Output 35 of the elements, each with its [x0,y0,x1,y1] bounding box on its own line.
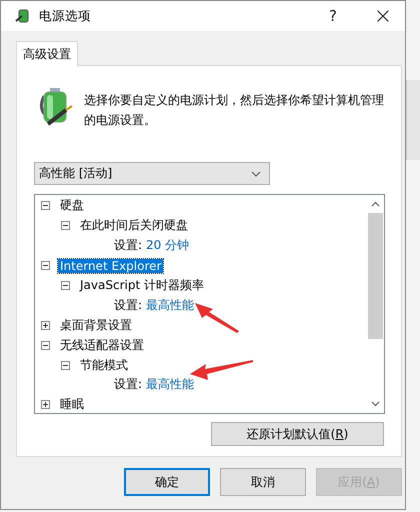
setting-value-link[interactable]: 最高性能 [146,376,194,394]
cancel-button[interactable]: 取消 [220,468,306,496]
collapse-icon[interactable] [61,281,70,290]
tree-item[interactable]: 无线适配器设置 [58,336,146,354]
tree-item[interactable]: JavaScript 计时器频率 [78,277,206,294]
collapse-icon[interactable] [41,261,50,270]
expand-icon[interactable] [41,400,50,410]
collapse-icon[interactable] [61,360,70,370]
tree-item[interactable]: 睡眠 [58,396,86,414]
collapse-icon[interactable] [41,340,50,350]
description-text: 选择你要自定义的电源计划，然后选择你希望计算机管理的电源设置。 [84,92,384,129]
scroll-up-icon[interactable] [371,201,380,207]
tree-item[interactable]: 在此时间后关闭硬盘 [78,217,190,234]
ok-button[interactable]: 确定 [124,468,210,496]
plan-dropdown[interactable]: 高性能 [活动] [34,162,270,185]
arrow-annotation [195,303,241,333]
setting-value-link[interactable]: 20 分钟 [146,237,190,254]
close-button[interactable]: × [361,1,405,31]
setting-label: 设置: [114,376,142,394]
tree-item[interactable]: 桌面背景设置 [58,316,134,334]
restore-defaults-button[interactable]: 还原计划默认值(R) [211,422,384,446]
setting-label: 设置: [114,296,142,314]
setting-value-link[interactable]: 最高性能 [146,296,194,314]
chevron-down-icon [251,170,261,176]
window-title: 电源选项 [39,8,92,24]
tree-item[interactable]: Internet Explorer [58,258,164,273]
help-button[interactable]: ? [311,1,355,31]
tree-item[interactable]: 硬盘 [58,197,86,214]
tree-item[interactable]: 节能模式 [78,356,130,374]
collapse-icon[interactable] [41,201,50,210]
scroll-down-icon[interactable] [371,401,380,407]
expand-icon[interactable] [41,320,50,330]
setting-label: 设置: [114,237,142,254]
collapse-icon[interactable] [61,221,70,230]
tab[interactable]: 高级设置 [16,41,78,66]
